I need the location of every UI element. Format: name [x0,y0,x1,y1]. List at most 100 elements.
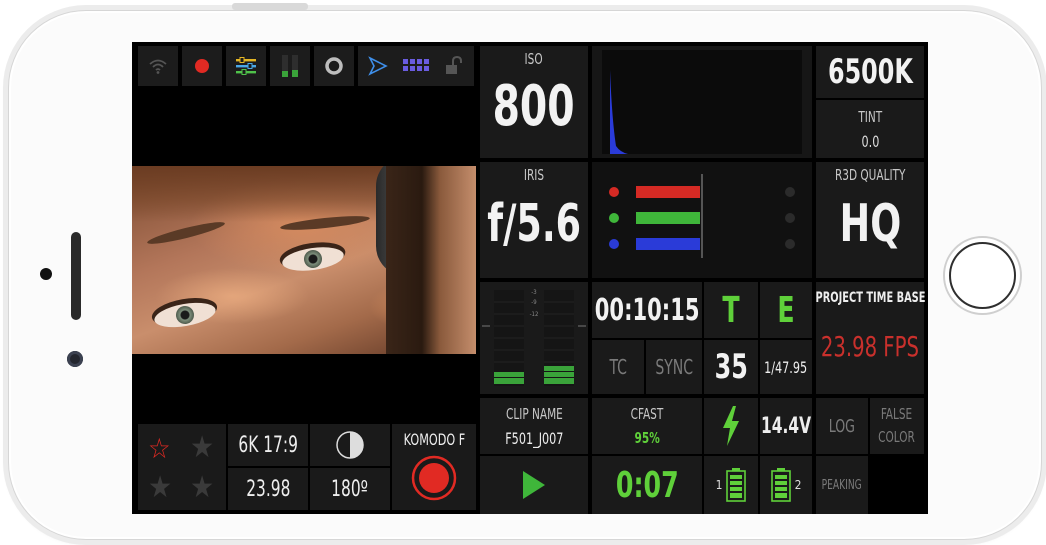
preview-eye-left [152,298,218,332]
camera-name: KOMODO F [403,430,465,449]
tc-button[interactable]: TC [592,340,644,394]
histogram-chart [602,50,802,154]
audio-tick: -12 [530,311,539,318]
preview-hand [386,166,476,354]
media-label: CFAST [630,405,664,423]
battery-icon [770,468,791,502]
fps-value: 23.98 [245,476,291,502]
tint-button[interactable]: TINT 0.0 [816,100,924,158]
clip-name-value: F501_J007 [504,428,564,448]
power-indicator[interactable] [704,398,758,454]
iris-value: f/5.6 [487,194,581,254]
resolution-button[interactable]: 6K 17:9 [228,424,308,466]
tint-value: 0.0 [861,131,879,151]
home-button[interactable] [943,236,1022,315]
empty-slot [870,456,924,514]
project-time-base-value: 23.98 FPS [820,330,920,363]
battery-slot-2[interactable]: 2 [760,456,812,514]
voltage-value: 14.4V [760,413,812,439]
record-panel: KOMODO F [392,424,476,510]
false-color-label: FALSE COLOR [878,404,916,446]
earpiece-speaker [71,232,81,320]
white-balance-button[interactable]: 6500K [816,46,924,98]
fps-button[interactable]: 23.98 [228,468,308,510]
video-preview[interactable] [132,166,476,354]
sync-label: SYNC [655,355,693,379]
audio-meter: -3 -9 -12 [482,289,586,386]
iris-label: IRIS [523,166,545,184]
log-label: LOG [828,415,856,437]
peaking-button[interactable]: PEAKING [816,456,868,514]
shutter-angle-button[interactable]: 180º [310,468,390,510]
e-indicator[interactable]: E [760,282,812,338]
shutter-angle-value: 180º [331,476,369,502]
shutter-speed-value: 1/47.95 [764,357,808,377]
media-value: 95% [634,429,660,447]
sync-button[interactable]: SYNC [646,340,702,394]
t-indicator[interactable]: T [704,282,758,338]
frame-count-value: 35 [714,347,748,387]
false-color-button[interactable]: FALSE COLOR [870,398,924,454]
project-time-base-panel[interactable]: PROJECT TIME BASE 23.98 FPS [815,282,925,394]
record-dot-icon[interactable] [182,46,222,86]
settings-sliders-icon[interactable] [226,46,266,86]
battery-slot-1[interactable]: 1 [704,456,758,514]
play-triangle-icon[interactable] [358,46,398,86]
exposure-button[interactable] [310,424,390,466]
rating-stars[interactable]: ☆ ★ ★ ★ [138,424,226,510]
shutter-speed-display[interactable]: 1/47.95 [760,340,812,394]
frame-count-display[interactable]: 35 [704,340,758,394]
r3d-quality-label: R3D QUALITY [834,166,906,184]
resolution-value: 6K 17:9 [238,432,298,458]
e-indicator-label: E [777,289,795,331]
white-balance-value: 6500K [827,52,913,92]
iso-panel[interactable]: ISO 800 [480,46,588,158]
playback-button[interactable] [480,456,588,514]
preview-brow-left [145,218,227,248]
record-button[interactable] [411,455,457,501]
clip-duration-display[interactable]: 0:07 [592,456,702,514]
audio-tick: -3 [531,289,536,296]
battery-slot-1-label: 1 [715,478,723,492]
power-button [232,3,308,10]
battery-slot-2-label: 2 [794,478,802,492]
proximity-sensor [40,268,52,280]
audio-meter-panel[interactable]: -3 -9 -12 [480,282,588,394]
focus-ring-icon[interactable] [314,46,354,86]
project-time-base-label: PROJECT TIME BASE [815,290,925,306]
tint-label: TINT [858,107,882,126]
clip-duration-value: 0:07 [615,464,679,506]
timecode-display[interactable]: 00:10:15 [592,282,702,338]
iris-panel[interactable]: IRIS f/5.6 [480,162,588,278]
timecode-value: 00:10:15 [594,292,700,328]
play-icon [523,471,545,499]
voltage-display[interactable]: 14.4V [760,398,812,454]
battery-icon [726,468,747,502]
iso-value: 800 [492,74,576,139]
camera-control-screen: ☆ ★ ★ ★ 6K 17:9 23.98 180º KOMODO F ISO … [132,42,928,514]
front-camera [67,351,83,367]
unlock-icon[interactable] [434,46,474,86]
histogram-panel [592,46,812,158]
half-circle-icon [336,431,364,459]
wifi-icon[interactable] [138,46,178,86]
media-panel[interactable]: CFAST 95% [592,398,702,454]
log-button[interactable]: LOG [816,398,868,454]
star-icon[interactable]: ★ [148,470,172,505]
rgb-meter [609,174,795,258]
iso-label: ISO [524,50,544,68]
r3d-quality-panel[interactable]: R3D QUALITY HQ [816,162,924,278]
star-icon[interactable]: ★ [190,470,214,505]
peaking-label: PEAKING [821,477,863,493]
keypad-grid-icon[interactable] [396,46,436,86]
audio-levels-icon[interactable] [270,46,310,86]
r3d-quality-value: HQ [839,194,901,254]
star-icon[interactable]: ★ [190,430,214,465]
clip-name-label: CLIP NAME [505,404,563,423]
t-indicator-label: T [722,289,740,331]
lightning-icon [723,406,739,446]
star-icon-filled[interactable]: ☆ [148,432,171,465]
clip-name-panel[interactable]: CLIP NAME F501_J007 [480,398,588,454]
panel-divider [476,42,479,514]
audio-tick: -9 [531,299,537,306]
